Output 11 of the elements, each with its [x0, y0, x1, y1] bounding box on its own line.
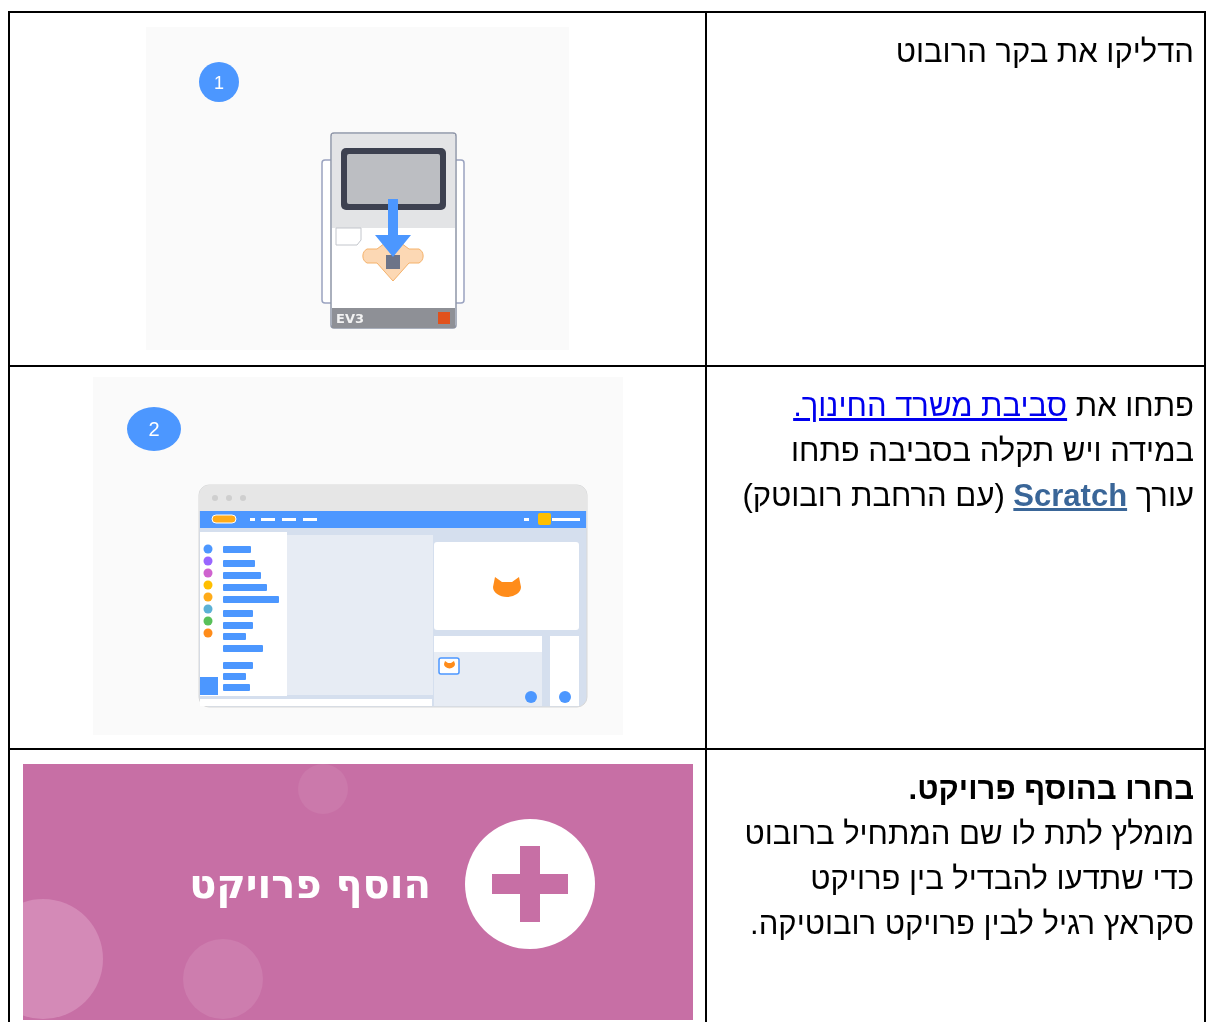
- instruction-text: מומלץ לתת לו שם המתחיל ברובוט כדי שתדעו להבדיל בין פרויקט סקראץ רגיל לבין פרויקט רובוטיקה.: [743, 815, 1194, 943]
- badge-number: 1: [214, 73, 224, 93]
- brick-label: EV3: [336, 311, 364, 326]
- link[interactable]: סביבת משרד החינוך.: [793, 388, 1068, 423]
- instruction-text: הדליקו את בקר הרובוט: [894, 33, 1194, 71]
- instruction-heading: בחרו בהוסף פרויקט.: [907, 770, 1194, 808]
- instruction-text: פתחו את סביבת משרד החינוך.: [792, 387, 1194, 425]
- add-project-label[interactable]: הוסף פרויקט: [188, 861, 431, 907]
- link[interactable]: Scratch: [1013, 478, 1128, 513]
- badge-number: 2: [147, 418, 160, 440]
- plus-circle-icon[interactable]: [464, 819, 595, 949]
